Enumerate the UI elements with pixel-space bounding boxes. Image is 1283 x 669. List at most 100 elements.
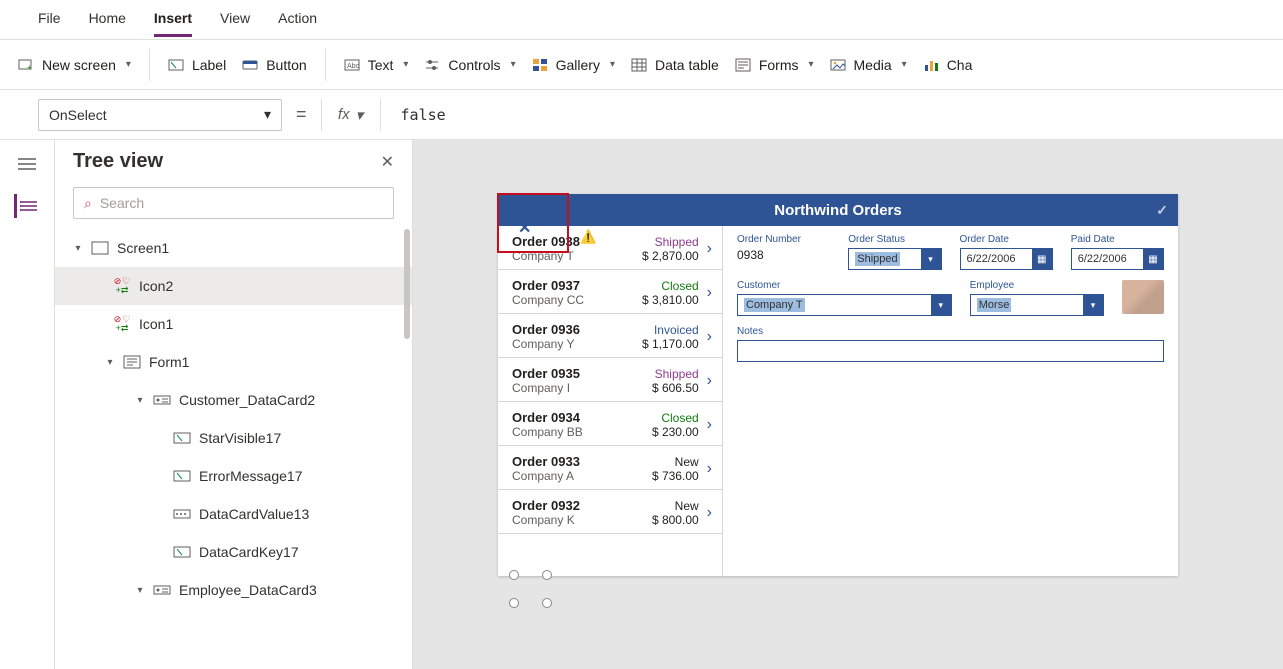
company-name: Company T xyxy=(512,249,627,263)
gallery-item[interactable]: Order 0936Company YInvoiced$ 1,170.00› xyxy=(498,314,722,358)
resize-handle[interactable] xyxy=(542,570,552,580)
tree-node-customer-datacard[interactable]: ▾ Customer_DataCard2 xyxy=(55,381,412,419)
node-label: DataCardKey17 xyxy=(199,544,299,560)
status-dropdown[interactable]: Shipped▾ xyxy=(848,248,941,270)
company-name: Company CC xyxy=(512,293,627,307)
design-canvas[interactable]: Northwind Orders ✓ ⚠️Order 0938Company T… xyxy=(413,140,1283,669)
app-title-bar: Northwind Orders ✓ xyxy=(498,194,1178,226)
chevron-down-icon: ▾ xyxy=(921,249,941,269)
cancel-x-icon[interactable]: ✕ xyxy=(518,218,531,238)
tree-node-datacardkey[interactable]: DataCardKey17 xyxy=(55,533,412,571)
resize-handle[interactable] xyxy=(509,570,519,580)
chevron-right-icon[interactable]: › xyxy=(707,416,712,434)
formula-input[interactable]: false xyxy=(391,106,1245,124)
text-menu[interactable]: Abc Text ▾ xyxy=(344,57,409,73)
company-name: Company BB xyxy=(512,425,627,439)
button-button[interactable]: Button xyxy=(242,57,306,73)
company-name: Company A xyxy=(512,469,627,483)
chevron-right-icon[interactable]: › xyxy=(707,328,712,346)
chevron-right-icon[interactable]: › xyxy=(707,240,712,258)
order-amount: $ 736.00 xyxy=(627,469,699,483)
search-input[interactable]: ⌕ Search xyxy=(73,187,394,219)
tree-node-screen1[interactable]: ▾ Screen1 xyxy=(55,229,412,267)
chevron-right-icon[interactable]: › xyxy=(707,504,712,522)
checkmark-icon[interactable]: ✓ xyxy=(1156,202,1168,219)
tree-list: ▾ Screen1 ⊘♡+⇄ Icon2 ⊘♡+⇄ Icon1 ▾ Form1 … xyxy=(55,229,412,669)
employee-dropdown[interactable]: Morse▾ xyxy=(970,294,1104,316)
tree-node-icon2[interactable]: ⊘♡+⇄ Icon2 xyxy=(55,267,412,305)
orderdate-picker[interactable]: 6/22/2006▦ xyxy=(960,248,1053,270)
tree-node-datacardvalue[interactable]: DataCardValue13 xyxy=(55,495,412,533)
new-screen-label: New screen xyxy=(42,57,116,73)
tree-node-errormessage[interactable]: ErrorMessage17 xyxy=(55,457,412,495)
menu-bar: File Home Insert View Action xyxy=(0,0,1283,40)
label-icon xyxy=(173,431,191,445)
resize-handle[interactable] xyxy=(509,598,519,608)
datatable-button[interactable]: Data table xyxy=(631,57,719,73)
order-gallery[interactable]: ⚠️Order 0938Company TShipped$ 2,870.00› O… xyxy=(498,226,723,576)
gallery-menu[interactable]: Gallery ▾ xyxy=(532,57,615,73)
gallery-item[interactable]: ⚠️Order 0938Company TShipped$ 2,870.00› xyxy=(498,226,722,270)
menu-view[interactable]: View xyxy=(220,6,250,34)
employee-avatar xyxy=(1122,280,1164,314)
gallery-item[interactable]: Order 0935Company IShipped$ 606.50› xyxy=(498,358,722,402)
media-menu[interactable]: Media ▾ xyxy=(830,57,907,73)
controls-label: Controls xyxy=(448,57,500,73)
calendar-icon: ▦ xyxy=(1143,249,1163,269)
tree-node-employee-datacard[interactable]: ▾ Employee_DataCard3 xyxy=(55,571,412,609)
resize-handle[interactable] xyxy=(542,598,552,608)
combo-icon xyxy=(173,507,191,521)
ordernum-label: Order Number xyxy=(737,234,830,245)
scrollbar-thumb[interactable] xyxy=(404,229,410,339)
chevron-right-icon[interactable]: › xyxy=(707,460,712,478)
label-text: Label xyxy=(192,57,226,73)
chart-icon xyxy=(923,57,939,73)
chevron-down-icon: ▾ xyxy=(1083,295,1103,315)
chevron-down-icon: ▾ xyxy=(264,106,271,123)
equals-sign: = xyxy=(292,104,311,125)
caret-down-icon: ▾ xyxy=(135,585,145,596)
property-selector[interactable]: OnSelect ▾ xyxy=(38,99,282,131)
menu-insert[interactable]: Insert xyxy=(154,6,192,37)
menu-file[interactable]: File xyxy=(38,6,61,34)
gallery-item[interactable]: Order 0937Company CCClosed$ 3,810.00› xyxy=(498,270,722,314)
charts-menu[interactable]: Cha xyxy=(923,57,973,73)
close-icon[interactable]: ✕ xyxy=(381,152,394,172)
calendar-icon: ▦ xyxy=(1032,249,1052,269)
controls-menu[interactable]: Controls ▾ xyxy=(424,57,515,73)
customer-dropdown[interactable]: Company T▾ xyxy=(737,294,952,316)
order-amount: $ 3,810.00 xyxy=(627,293,699,307)
new-screen-icon: + xyxy=(18,57,34,73)
order-id: Order 0932 xyxy=(512,498,627,513)
chevron-right-icon[interactable]: › xyxy=(707,372,712,390)
gallery-item[interactable]: Order 0933Company ANew$ 736.00› xyxy=(498,446,722,490)
notes-input[interactable] xyxy=(737,340,1164,362)
menu-action[interactable]: Action xyxy=(278,6,317,34)
fx-button[interactable]: fx ▾ xyxy=(321,99,381,131)
new-screen-button[interactable]: + New screen ▾ xyxy=(18,57,131,73)
tree-node-form1[interactable]: ▾ Form1 xyxy=(55,343,412,381)
label-button[interactable]: Label xyxy=(168,57,226,73)
addremove-icon: ⊘♡+⇄ xyxy=(113,315,131,333)
gallery-item[interactable]: Order 0934Company BBClosed$ 230.00› xyxy=(498,402,722,446)
menu-home[interactable]: Home xyxy=(89,6,126,34)
forms-menu[interactable]: Forms ▾ xyxy=(735,57,814,73)
hamburger-icon[interactable] xyxy=(15,152,39,176)
gallery-item[interactable]: Order 0932Company KNew$ 800.00› xyxy=(498,490,722,534)
treeview-rail-icon[interactable] xyxy=(14,194,38,218)
chevron-right-icon[interactable]: › xyxy=(707,284,712,302)
company-name: Company K xyxy=(512,513,627,527)
paiddate-picker[interactable]: 6/22/2006▦ xyxy=(1071,248,1164,270)
order-amount: $ 606.50 xyxy=(627,381,699,395)
chevron-down-icon: ▾ xyxy=(126,59,131,70)
app-preview: Northwind Orders ✓ ⚠️Order 0938Company T… xyxy=(498,194,1178,576)
tree-node-icon1[interactable]: ⊘♡+⇄ Icon1 xyxy=(55,305,412,343)
paiddate-label: Paid Date xyxy=(1071,234,1164,245)
label-icon xyxy=(168,57,184,73)
order-amount: $ 1,170.00 xyxy=(627,337,699,351)
order-id: Order 0936 xyxy=(512,322,627,337)
status-label: Order Status xyxy=(848,234,941,245)
search-icon: ⌕ xyxy=(84,195,92,212)
order-id: Order 0937 xyxy=(512,278,627,293)
tree-node-starvisible[interactable]: StarVisible17 xyxy=(55,419,412,457)
